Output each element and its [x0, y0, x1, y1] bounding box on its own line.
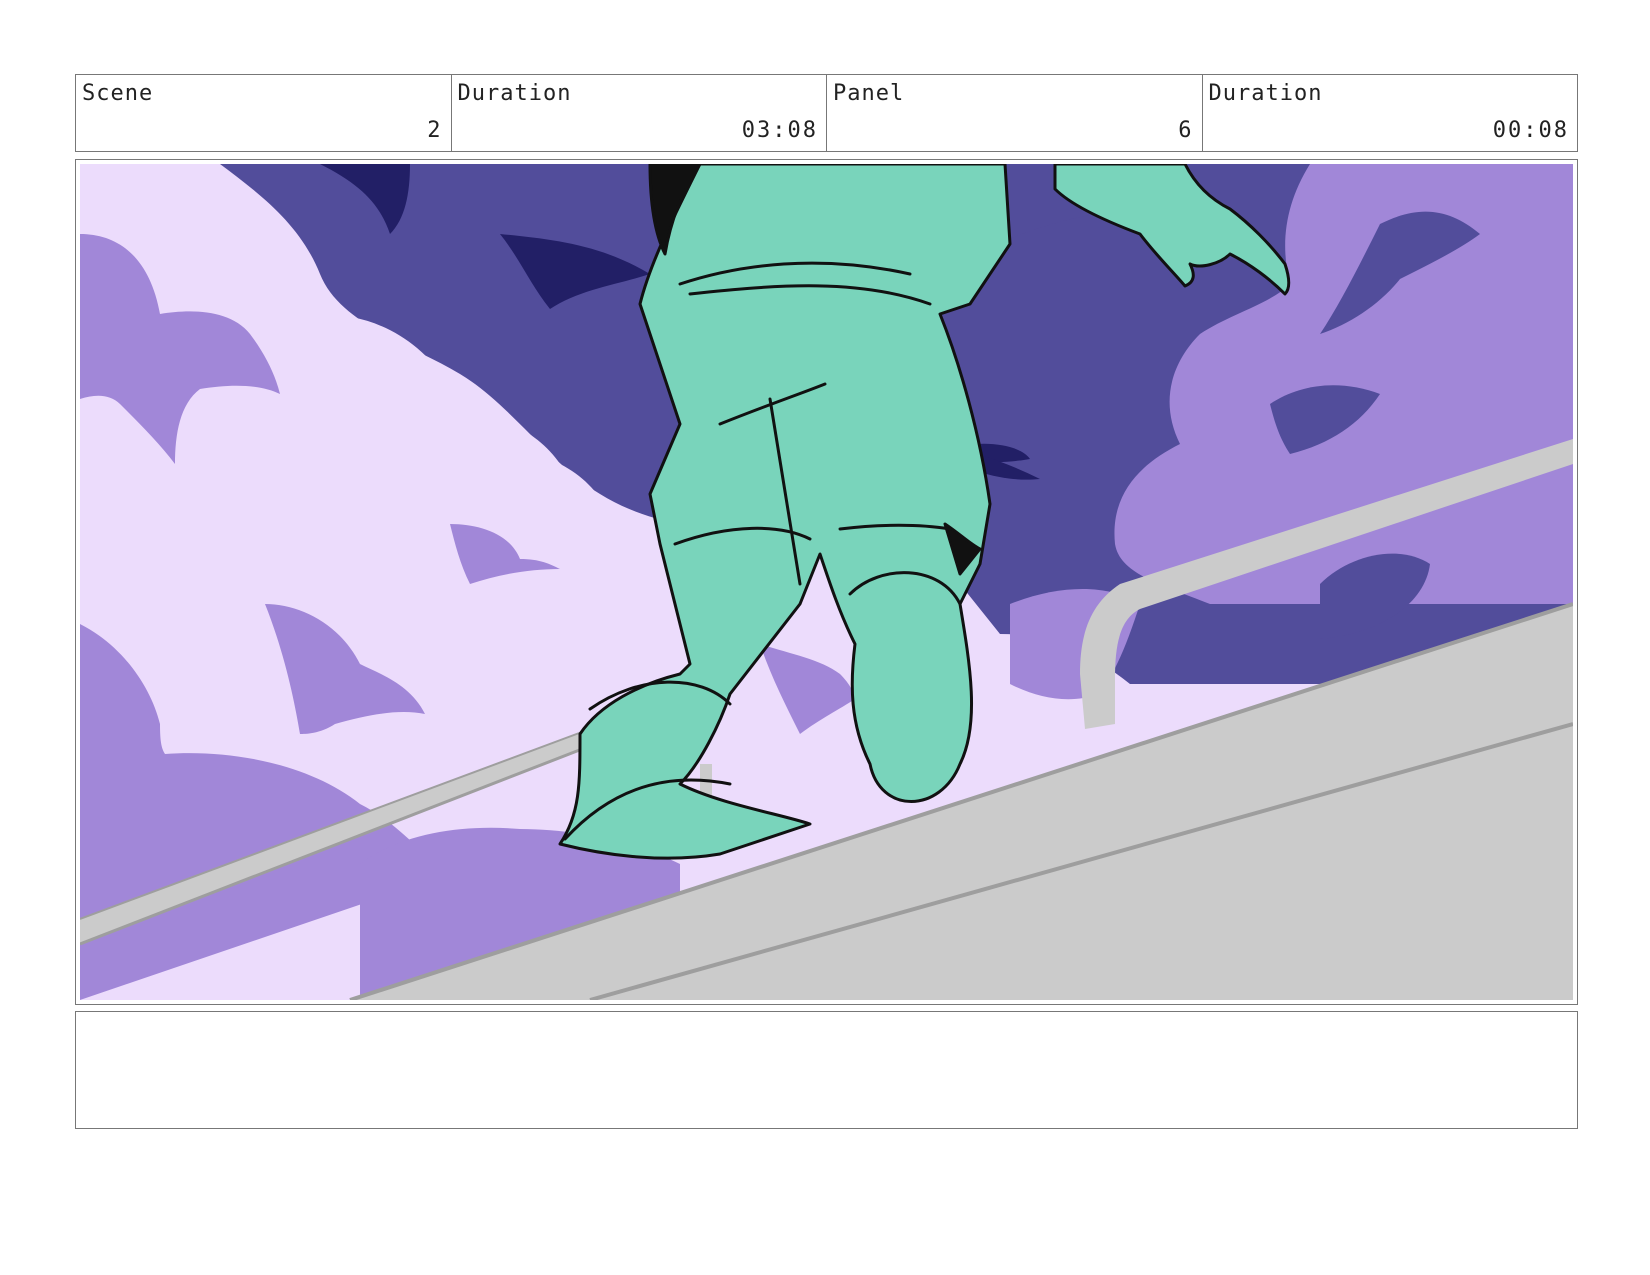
storyboard-panel-frame	[75, 159, 1578, 1005]
scene-label: Scene	[82, 81, 154, 106]
panel-illustration	[80, 164, 1573, 1000]
scene-info-header: Scene 2 Duration 03:08 Panel 6 Duration …	[75, 74, 1578, 152]
panel-value: 6	[1178, 118, 1194, 143]
scene-duration-label: Duration	[457, 81, 572, 106]
panel-notes-box[interactable]	[75, 1011, 1578, 1129]
scene-value: 2	[427, 118, 443, 143]
scene-duration-value: 03:08	[741, 118, 818, 143]
panel-duration-value: 00:08	[1492, 118, 1569, 143]
panel-label: Panel	[833, 81, 905, 106]
panel-cell: Panel 6	[827, 75, 1203, 151]
scene-cell: Scene 2	[76, 75, 452, 151]
panel-duration-label: Duration	[1208, 81, 1323, 106]
storyboard-panel-image	[80, 164, 1573, 1000]
panel-duration-cell: Duration 00:08	[1203, 75, 1578, 151]
scene-duration-cell: Duration 03:08	[452, 75, 827, 151]
